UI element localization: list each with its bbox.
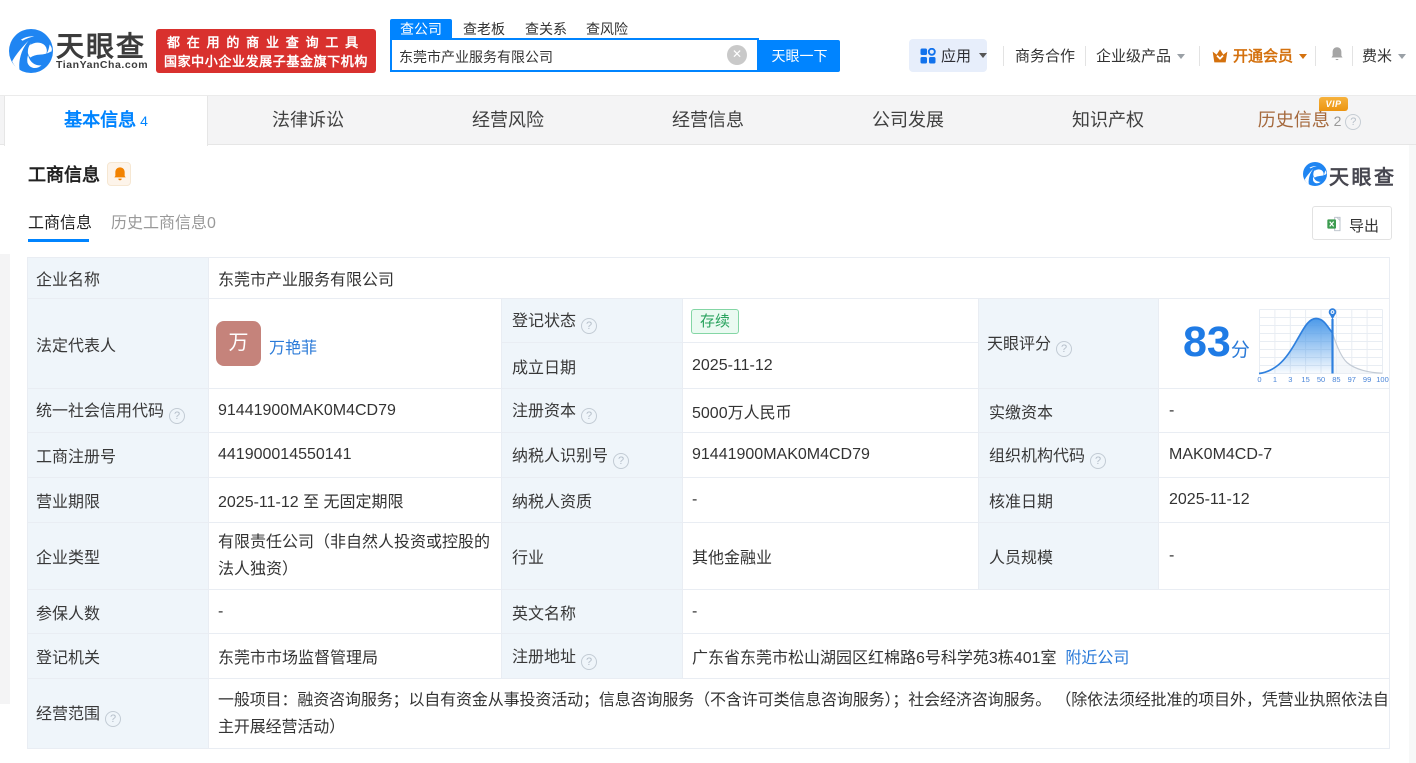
svg-text:15: 15: [1301, 375, 1309, 384]
svg-text:50: 50: [1317, 375, 1325, 384]
svg-text:0: 0: [1257, 375, 1261, 384]
svg-text:100: 100: [1376, 375, 1389, 384]
svg-text:3: 3: [1288, 375, 1292, 384]
svg-text:99: 99: [1363, 375, 1371, 384]
svg-text:1: 1: [1273, 375, 1277, 384]
svg-text:85: 85: [1332, 375, 1340, 384]
svg-text:97: 97: [1348, 375, 1356, 384]
